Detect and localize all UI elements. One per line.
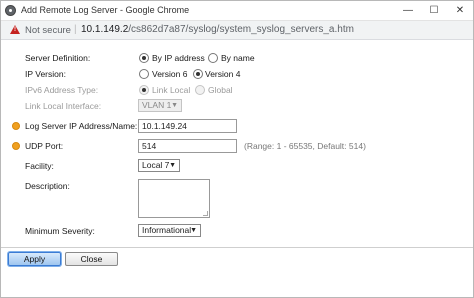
version-6-label[interactable]: Version 6 [152, 69, 187, 79]
security-status[interactable]: Not secure [25, 25, 71, 36]
description-row: Description: [1, 179, 471, 219]
version-6-radio[interactable] [139, 69, 149, 79]
minimize-button[interactable]: — [395, 2, 421, 19]
close-window-button[interactable]: ✕ [447, 2, 473, 19]
chevron-down-icon: ▼ [169, 162, 176, 169]
footer-divider [1, 247, 473, 248]
facility-row: Facility: Local 7 ▼ [1, 159, 471, 173]
by-ip-address-label[interactable]: By IP address [152, 53, 205, 63]
ipv6-address-type-label: IPv6 Address Type: [25, 85, 99, 95]
facility-select[interactable]: Local 7 ▼ [138, 159, 180, 172]
required-icon [12, 122, 20, 130]
maximize-button[interactable]: ☐ [421, 2, 447, 19]
address-bar[interactable]: ! Not secure | 10.1.149.2/cs862d7a87/sys… [1, 21, 473, 40]
by-ip-address-radio[interactable] [139, 53, 149, 63]
server-definition-label: Server Definition: [25, 53, 91, 63]
url-host: 10.1.149.2 [81, 24, 129, 35]
title-bar: Add Remote Log Server - Google Chrome — … [1, 1, 473, 21]
link-local-radio [139, 85, 149, 95]
version-4-label[interactable]: Version 4 [205, 69, 240, 79]
udp-port-hint: (Range: 1 - 65535, Default: 514) [244, 141, 366, 151]
minimum-severity-row: Minimum Severity: Informational ▼ [1, 224, 471, 238]
window-title: Add Remote Log Server - Google Chrome [21, 5, 190, 15]
close-button[interactable]: Close [65, 252, 118, 266]
chevron-down-icon: ▼ [190, 227, 197, 234]
browser-window: Add Remote Log Server - Google Chrome — … [0, 0, 474, 298]
by-name-radio[interactable] [208, 53, 218, 63]
description-textarea[interactable] [138, 179, 210, 218]
chrome-icon [5, 5, 16, 16]
log-server-row: Log Server IP Address/Name: 10.1.149.24 [1, 119, 471, 133]
global-label: Global [208, 85, 233, 95]
resize-grip-icon[interactable] [203, 211, 208, 216]
minimum-severity-label: Minimum Severity: [25, 226, 95, 236]
dialog-content: Server Definition: By IP address By name… [1, 41, 473, 243]
server-definition-row: Server Definition: By IP address By name [1, 51, 471, 65]
log-server-input[interactable]: 10.1.149.24 [138, 119, 237, 133]
apply-button[interactable]: Apply [8, 252, 61, 266]
warning-icon[interactable]: ! [10, 25, 20, 34]
required-icon [12, 142, 20, 150]
ipv6-address-type-row: IPv6 Address Type: Link Local Global [1, 83, 471, 97]
facility-value: Local 7 [142, 160, 170, 170]
by-name-label[interactable]: By name [221, 53, 255, 63]
udp-port-label: UDP Port: [25, 141, 64, 151]
link-local-interface-label: Link Local Interface: [25, 101, 102, 111]
minimum-severity-select[interactable]: Informational ▼ [138, 224, 201, 237]
ip-version-row: IP Version: Version 6 Version 4 [1, 67, 471, 81]
url-text[interactable]: 10.1.149.2/cs862d7a87/syslog/system_sysl… [81, 24, 354, 35]
chevron-down-icon: ▼ [171, 102, 178, 109]
url-separator: | [74, 24, 77, 35]
global-radio [195, 85, 205, 95]
ip-version-label: IP Version: [25, 69, 66, 79]
description-label: Description: [25, 181, 70, 191]
link-local-interface-row: Link Local Interface: VLAN 1 ▼ [1, 99, 471, 113]
log-server-label: Log Server IP Address/Name: [25, 121, 138, 131]
url-path: /cs862d7a87/syslog/system_syslog_servers… [128, 24, 354, 35]
udp-port-row: UDP Port: 514 (Range: 1 - 65535, Default… [1, 139, 471, 153]
minimum-severity-value: Informational [142, 225, 192, 235]
facility-label: Facility: [25, 161, 54, 171]
udp-port-input[interactable]: 514 [138, 139, 237, 153]
link-local-interface-value: VLAN 1 [142, 100, 172, 110]
version-4-radio[interactable] [193, 69, 203, 79]
link-local-interface-select: VLAN 1 ▼ [138, 99, 182, 112]
link-local-label: Link Local [152, 85, 191, 95]
